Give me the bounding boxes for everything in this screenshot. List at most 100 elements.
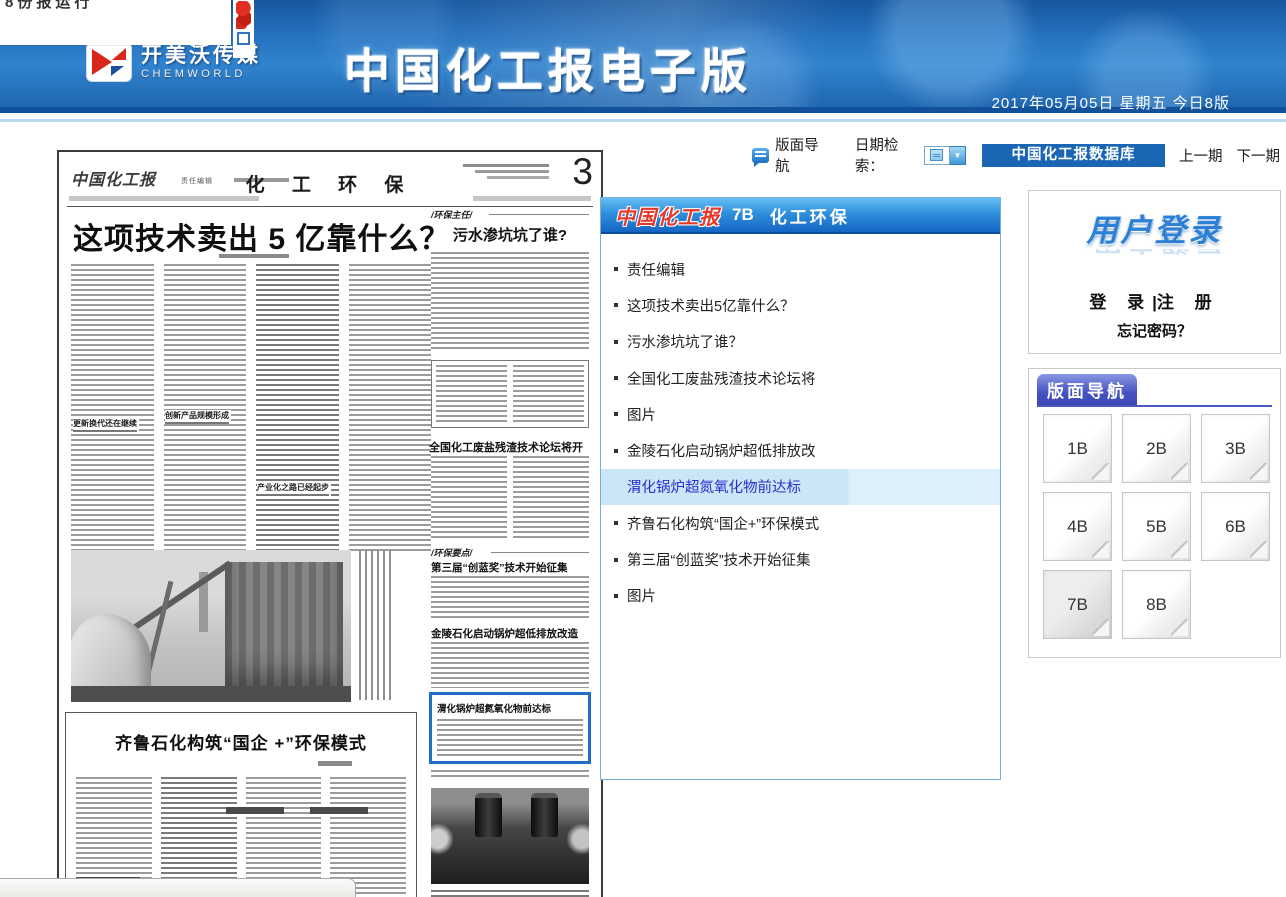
page-button-2b[interactable]: 2B: [1122, 414, 1191, 483]
photo-highlight: [567, 822, 589, 856]
bullet-icon: [614, 303, 618, 307]
paper-headline-award[interactable]: 第三届“创蓝奖”技术开始征集: [431, 560, 591, 575]
popup-clipped-text: 8份报运行: [5, 0, 93, 12]
page-nav-underline: [1037, 405, 1272, 407]
article-text-sim: [71, 264, 154, 552]
article-list-item[interactable]: 污水渗坑坑了谁？: [601, 324, 1000, 360]
paper-headline-qilu[interactable]: 齐鲁石化构筑“国企 +”环保模式: [66, 729, 416, 754]
bullet-icon: [614, 340, 618, 344]
bullet-icon: [614, 449, 618, 453]
article-list-item[interactable]: 图片: [601, 578, 1000, 614]
paper-inset-box: [431, 360, 589, 428]
selected-article-box[interactable]: 渭化锅炉超氮氧化物前达标: [429, 692, 591, 764]
paper-info-line: [463, 164, 549, 167]
page-button-4b[interactable]: 4B: [1043, 492, 1112, 561]
paper-info-line: [487, 176, 549, 179]
article-text-sim: [431, 252, 589, 352]
article-text-sim: [436, 365, 507, 423]
database-button[interactable]: 中国化工报数据库: [982, 144, 1165, 167]
paper-points-label: /环保要点/: [431, 546, 472, 559]
photo-caption: [431, 890, 589, 897]
paper-text-columns: [71, 264, 431, 552]
article-text-sim: [431, 576, 589, 620]
bullet-icon: [614, 412, 618, 416]
date-search-label: 日期检索：: [855, 134, 924, 176]
article-list-item[interactable]: 图片: [601, 396, 1000, 432]
date-input[interactable]: [924, 146, 950, 165]
panel-section-title: 化工环保: [770, 203, 850, 228]
page-nav-title: 版面导航: [1037, 374, 1137, 405]
photo-cylinder: [531, 793, 558, 837]
article-list-item[interactable]: 第三届“创蓝奖”技术开始征集: [601, 541, 1000, 577]
toolbar-page-nav[interactable]: 版面导航: [752, 134, 830, 176]
paper-rule: [489, 214, 589, 215]
bullet-icon: [614, 376, 618, 380]
paper-author-bar: [219, 254, 289, 258]
paper-headline-wushui[interactable]: 污水渗坑坑了谁?: [431, 224, 589, 245]
login-link[interactable]: 登 录: [1089, 293, 1152, 312]
paper-rule: [67, 206, 593, 207]
page-button-7b[interactable]: 7B: [1043, 570, 1112, 639]
page-button-6b[interactable]: 6B: [1201, 492, 1270, 561]
site-title: 中国化工报电子版: [344, 35, 752, 101]
page-nav-label: 版面导航: [775, 134, 830, 176]
page-button-5b[interactable]: 5B: [1122, 492, 1191, 561]
boxed-article: 齐鲁石化构筑“国企 +”环保模式: [65, 712, 417, 897]
page-nav-icon: [752, 148, 769, 163]
article-text-sim: [349, 264, 432, 552]
bullet-icon: [614, 594, 618, 598]
photo-cylinder: [475, 793, 502, 837]
article-text-sim: [164, 264, 247, 552]
login-panel: 用户登录 用户登录 登 录|注 册 忘记密码？: [1028, 190, 1281, 354]
chemworld-logo-icon: [86, 42, 132, 82]
paper-page-number: 3: [572, 152, 593, 193]
article-list-item[interactable]: 责任编辑: [601, 251, 1000, 287]
page-nav-panel: 版面导航 1B 2B 3B 4B 5B 6B 7B 8B: [1028, 368, 1281, 658]
article-list-item[interactable]: 这项技术卖出5亿靠什么？: [601, 287, 1000, 323]
article-panel-header: 中国化工报 7B 化工环保: [601, 198, 1000, 234]
article-text-sim: [431, 770, 589, 780]
paper-subhead: 更新换代还在继续: [73, 418, 139, 432]
prev-issue-link[interactable]: 上一期: [1179, 145, 1223, 166]
date-dropdown-button[interactable]: ▼: [950, 146, 966, 165]
paper-rule: [473, 196, 591, 201]
paper-headline-forum[interactable]: 全国化工废盐残渣技术论坛将开: [429, 439, 591, 455]
photo-ground: [71, 686, 351, 702]
photo-highlight: [431, 822, 453, 856]
article-list-item[interactable]: 金陵石化启动锅炉超低排放改: [601, 432, 1000, 468]
page-button-1b[interactable]: 1B: [1043, 414, 1112, 483]
article-text-sim: [431, 456, 507, 540]
forgot-password-link[interactable]: 忘记密码？: [1029, 320, 1280, 341]
bullet-icon: [614, 558, 618, 562]
bullet-icon: [614, 521, 618, 525]
paper-headline-main[interactable]: 这项技术卖出 5 亿靠什么？: [73, 214, 449, 258]
paper-author-bar: [318, 761, 352, 766]
masthead-decoration: [233, 0, 254, 58]
register-link[interactable]: 注 册: [1157, 293, 1220, 312]
photo-caption-vertical: [359, 550, 393, 700]
article-text-sim: [513, 365, 584, 423]
article-text-sim: [256, 264, 339, 552]
article-list-item[interactable]: 齐鲁石化构筑“国企+”环保模式: [601, 505, 1000, 541]
article-list-item-selected[interactable]: 渭化锅炉超氮氧化物前达标: [601, 469, 1000, 505]
header-underline: [0, 119, 1286, 122]
paper-subhead-bar: [310, 807, 368, 814]
paper-headline-jinling[interactable]: 金陵石化启动锅炉超低排放改造: [431, 626, 591, 641]
popup-overlay: 8份报运行: [0, 0, 231, 45]
next-issue-link[interactable]: 下一期: [1237, 145, 1281, 166]
status-tooltip: [0, 878, 356, 897]
login-title: 用户登录: [1029, 205, 1280, 250]
chevron-down-icon: ▼: [953, 151, 961, 160]
paper-info-line: [475, 170, 549, 173]
paper-photo-industrial: [71, 550, 351, 702]
toolbar: 版面导航 日期检索： ▼ 中国化工报数据库 上一期 下一期: [752, 141, 1280, 169]
paper-subhead-bar: [226, 807, 284, 814]
panel-brand-logo: 中国化工报: [615, 201, 720, 230]
article-list: 责任编辑 这项技术卖出5亿靠什么？ 污水渗坑坑了谁？ 全国化工废盐残渣技术论坛将…: [601, 236, 1000, 779]
paper-headline-weihua[interactable]: 渭化锅炉超氮氧化物前达标: [437, 701, 583, 715]
page-button-8b[interactable]: 8B: [1122, 570, 1191, 639]
article-list-item[interactable]: 全国化工废盐残渣技术论坛将: [601, 360, 1000, 396]
photo-structure: [225, 562, 343, 702]
newspaper-page[interactable]: 中国化工报 责任编辑 化 工 环 保 3 这项技术卖出 5 亿靠什么？ 更新换代…: [57, 150, 603, 897]
page-button-3b[interactable]: 3B: [1201, 414, 1270, 483]
